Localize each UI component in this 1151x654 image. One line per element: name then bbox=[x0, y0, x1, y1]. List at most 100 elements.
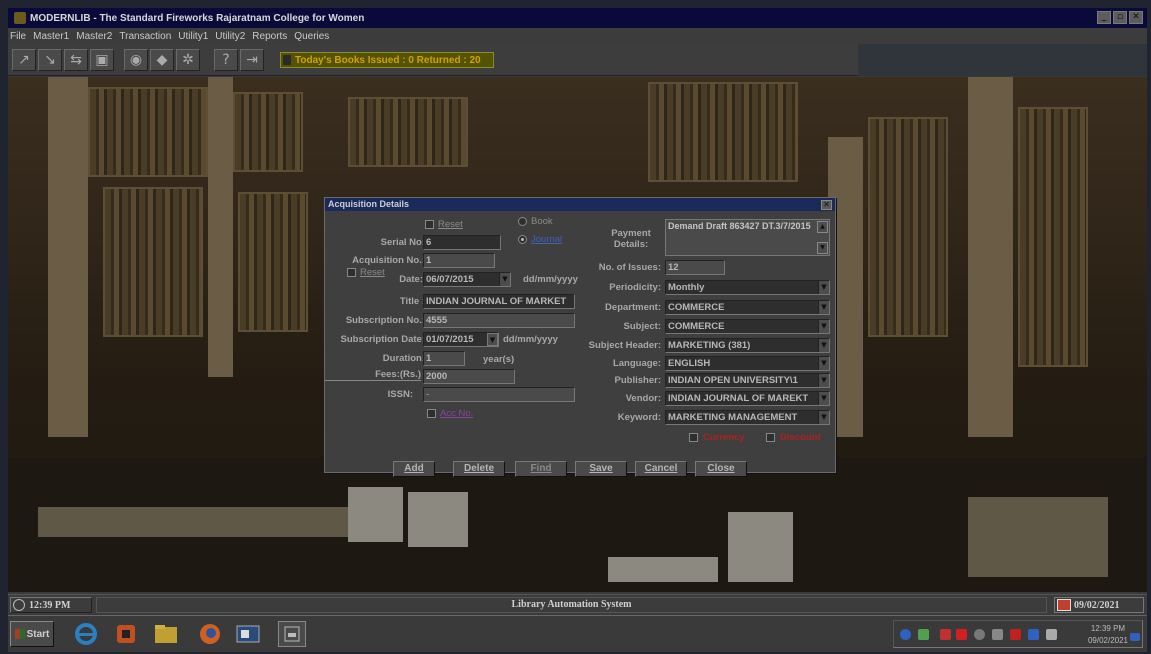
app-window-icon[interactable] bbox=[234, 621, 262, 647]
exit-icon[interactable]: ⇥ bbox=[240, 49, 264, 71]
publisher-dropdown-icon[interactable]: ▼ bbox=[818, 374, 829, 387]
internet-explorer-icon[interactable] bbox=[72, 621, 100, 647]
issn-label: ISSN: bbox=[387, 389, 413, 400]
subject-select[interactable]: COMMERCE ▼ bbox=[665, 319, 830, 334]
delete-button[interactable]: Delete bbox=[453, 461, 505, 477]
subscription-date-dropdown-icon[interactable]: ▼ bbox=[487, 333, 498, 346]
issn-input[interactable]: - bbox=[423, 387, 575, 402]
view-icon[interactable]: ◉ bbox=[124, 49, 148, 71]
help-icon[interactable]: ? bbox=[214, 49, 238, 71]
firefox-icon[interactable] bbox=[196, 621, 224, 647]
book-radio[interactable] bbox=[518, 217, 527, 226]
reset-top-checkbox[interactable] bbox=[425, 220, 434, 229]
tray-date: 09/02/2021 bbox=[1087, 636, 1128, 645]
return-book-icon[interactable]: ↘ bbox=[38, 49, 62, 71]
monitor-tray-icon[interactable] bbox=[1028, 629, 1039, 640]
payment-details-label: Payment Details: bbox=[611, 228, 651, 250]
vendor-label: Vendor: bbox=[625, 393, 661, 404]
subject-label: Subject: bbox=[623, 321, 661, 332]
issues-input[interactable]: 12 bbox=[665, 260, 725, 275]
flag-tray-icon[interactable] bbox=[1046, 629, 1057, 640]
antivirus-tray-icon[interactable] bbox=[940, 629, 951, 640]
scroll-up-icon[interactable]: ▲ bbox=[817, 221, 828, 233]
date-input[interactable]: 06/07/2015 ▼ bbox=[423, 272, 511, 287]
fees-label: Fees:(Rs.) bbox=[325, 369, 421, 381]
periodicity-label: Periodicity: bbox=[609, 282, 661, 293]
close-icon[interactable]: ✕ bbox=[1129, 11, 1143, 24]
file-explorer-icon[interactable] bbox=[152, 621, 180, 647]
payment-details-textarea[interactable]: Demand Draft 863427 DT.3/7/2015 ▲ ▼ bbox=[665, 219, 830, 256]
serial-no-label: Serial No: bbox=[380, 237, 425, 248]
subscription-no-input[interactable]: 4555 bbox=[423, 313, 575, 328]
currency-label: Currency bbox=[703, 432, 745, 443]
vendor-dropdown-icon[interactable]: ▼ bbox=[818, 392, 829, 405]
modernlib-task-icon[interactable] bbox=[278, 621, 306, 647]
issue-book-icon[interactable]: ↗ bbox=[12, 49, 36, 71]
start-button[interactable]: Start bbox=[10, 621, 54, 647]
renew-icon[interactable]: ⇆ bbox=[64, 49, 88, 71]
calendar-icon bbox=[1057, 599, 1071, 611]
add-button[interactable]: Add bbox=[393, 461, 435, 477]
menu-transaction[interactable]: Transaction bbox=[119, 31, 171, 42]
app-title: MODERNLIB - The Standard Fireworks Rajar… bbox=[30, 12, 365, 24]
menu-reports[interactable]: Reports bbox=[252, 31, 287, 42]
subscription-date-format-hint: dd/mm/yyyy bbox=[503, 334, 558, 345]
department-select[interactable]: COMMERCE ▼ bbox=[665, 300, 830, 315]
subject-header-dropdown-icon[interactable]: ▼ bbox=[818, 339, 829, 352]
device-tray-icon[interactable] bbox=[992, 629, 1003, 640]
title-input[interactable]: INDIAN JOURNAL OF MARKET bbox=[423, 294, 575, 309]
subject-dropdown-icon[interactable]: ▼ bbox=[818, 320, 829, 333]
periodicity-dropdown-icon[interactable]: ▼ bbox=[818, 281, 829, 294]
show-desktop-icon[interactable] bbox=[1130, 633, 1140, 641]
duration-unit: year(s) bbox=[483, 354, 515, 365]
alert-tray-icon[interactable] bbox=[956, 629, 967, 640]
duration-input[interactable]: 1 bbox=[423, 351, 465, 366]
disc-icon[interactable]: ✲ bbox=[176, 49, 200, 71]
find-button[interactable]: Find bbox=[515, 461, 567, 477]
acc-no-checkbox[interactable] bbox=[427, 409, 436, 418]
menu-master2[interactable]: Master2 bbox=[76, 31, 112, 42]
menu-utility1[interactable]: Utility1 bbox=[178, 31, 208, 42]
scroll-down-icon[interactable]: ▼ bbox=[817, 242, 828, 254]
keyword-select[interactable]: MARKETING MANAGEMENT ▼ bbox=[665, 410, 830, 425]
journal-radio[interactable] bbox=[518, 235, 527, 244]
status-date: 09/02/2021 bbox=[1074, 599, 1120, 611]
volume-tray-icon[interactable] bbox=[974, 629, 985, 640]
tray-clock[interactable]: 12:39 PM 09/02/2021 bbox=[1088, 623, 1128, 647]
department-dropdown-icon[interactable]: ▼ bbox=[818, 301, 829, 314]
menu-master1[interactable]: Master1 bbox=[33, 31, 69, 42]
keyword-dropdown-icon[interactable]: ▼ bbox=[818, 411, 829, 424]
fees-input[interactable]: 2000 bbox=[423, 369, 515, 384]
menu-queries[interactable]: Queries bbox=[294, 31, 329, 42]
language-select[interactable]: ENGLISH ▼ bbox=[665, 356, 830, 371]
serial-no-input[interactable]: 6 bbox=[423, 235, 501, 250]
date-dropdown-icon[interactable]: ▼ bbox=[499, 273, 510, 286]
language-dropdown-icon[interactable]: ▼ bbox=[818, 357, 829, 370]
dialog-close-icon[interactable]: ✕ bbox=[821, 200, 832, 210]
network-tray-icon[interactable] bbox=[900, 629, 911, 640]
vendor-select[interactable]: INDIAN JOURNAL OF MAREKT ▼ bbox=[665, 391, 830, 406]
publisher-label: Publisher: bbox=[614, 375, 661, 386]
periodicity-select[interactable]: Monthly ▼ bbox=[665, 280, 830, 295]
computer-icon[interactable]: ▣ bbox=[90, 49, 114, 71]
subscription-date-label: Subscription Date: bbox=[340, 334, 425, 345]
security-tray-icon[interactable] bbox=[1010, 629, 1021, 640]
pen-tray-icon[interactable] bbox=[918, 629, 929, 640]
currency-checkbox[interactable] bbox=[689, 433, 698, 442]
menu-file[interactable]: File bbox=[10, 31, 26, 42]
cancel-button[interactable]: Cancel bbox=[635, 461, 687, 477]
discount-checkbox[interactable] bbox=[766, 433, 775, 442]
reset-checkbox[interactable] bbox=[347, 268, 356, 277]
save-button[interactable]: Save bbox=[575, 461, 627, 477]
media-player-icon[interactable] bbox=[112, 621, 140, 647]
acquisition-no-input[interactable]: 1 bbox=[423, 253, 495, 268]
publisher-select[interactable]: INDIAN OPEN UNIVERSITY\1 ▼ bbox=[665, 373, 830, 388]
menu-utility2[interactable]: Utility2 bbox=[215, 31, 245, 42]
tray-time: 12:39 PM bbox=[1090, 624, 1126, 633]
vendor-value: INDIAN JOURNAL OF MAREKT bbox=[668, 393, 809, 404]
book-icon[interactable]: ◆ bbox=[150, 49, 174, 71]
subject-header-select[interactable]: MARKETING (381) ▼ bbox=[665, 338, 830, 353]
close-button[interactable]: Close bbox=[695, 461, 747, 477]
maximize-icon[interactable]: ▫ bbox=[1113, 11, 1127, 24]
minimize-icon[interactable]: _ bbox=[1097, 11, 1111, 24]
